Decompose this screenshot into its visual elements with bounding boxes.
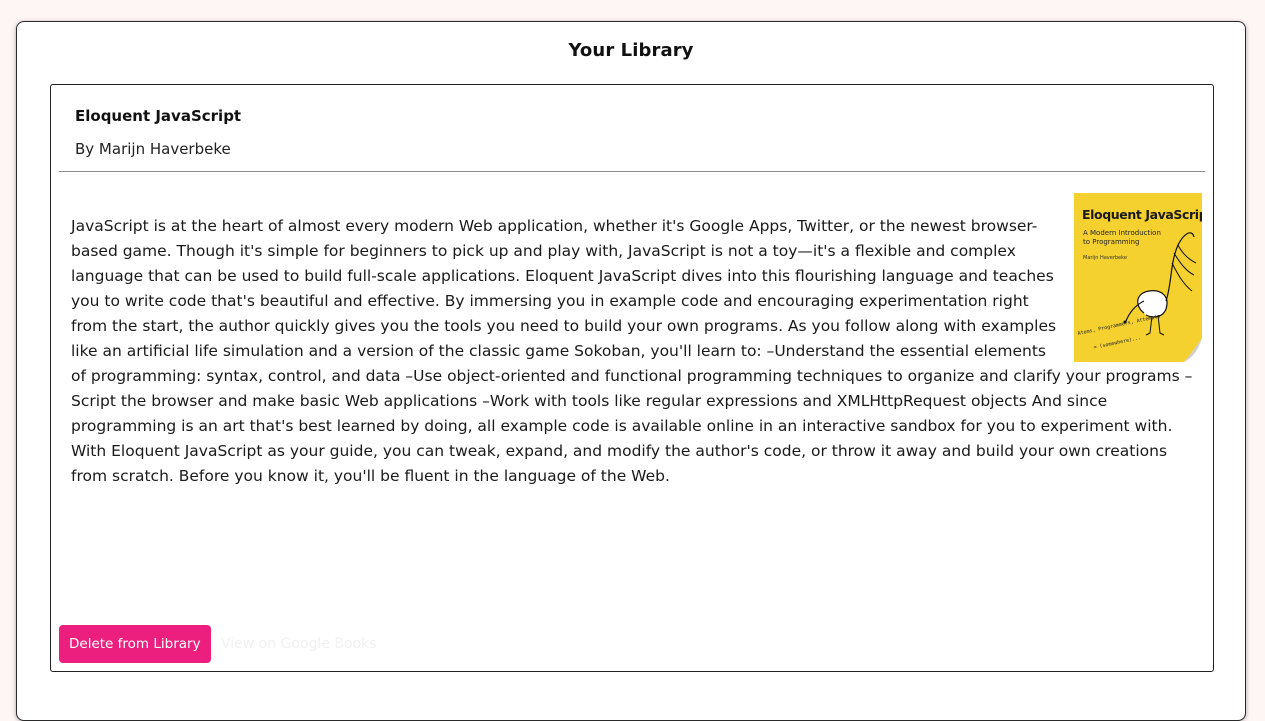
book-description-text: JavaScript is at the heart of almost eve… [71, 217, 1193, 485]
delete-from-library-button[interactable]: Delete from Library [59, 625, 211, 663]
book-card: Eloquent JavaScript By Marijn Haverbeke … [50, 84, 1214, 672]
library-panel: Your Library Eloquent JavaScript By Mari… [16, 21, 1246, 721]
book-title: Eloquent JavaScript [75, 107, 242, 125]
page-title: Your Library [568, 40, 694, 61]
view-on-google-books-link[interactable]: View on Google Books [221, 625, 377, 663]
book-description: JavaScript is at the heart of almost eve… [71, 214, 1197, 489]
book-author: By Marijn Haverbeke [75, 140, 231, 158]
divider [59, 171, 1205, 172]
cover-spacer [1057, 214, 1197, 359]
